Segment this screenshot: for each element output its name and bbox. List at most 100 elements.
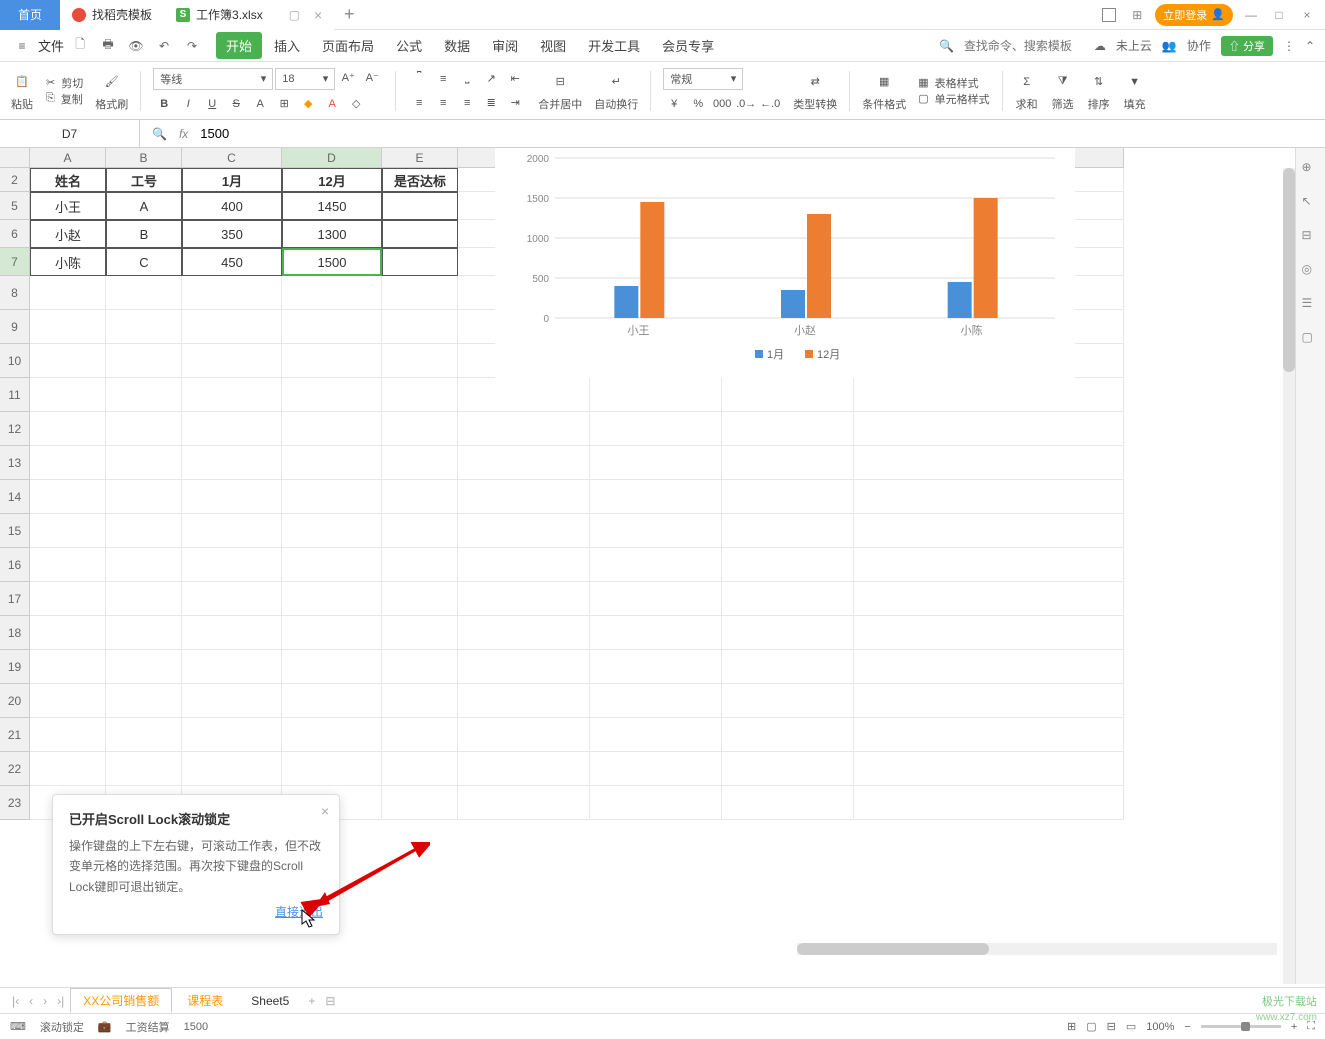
cell-B8[interactable]: [106, 276, 182, 310]
cell-D2[interactable]: 12月: [282, 168, 382, 192]
cell-B18[interactable]: [106, 616, 182, 650]
cell-F22[interactable]: [458, 752, 590, 786]
search-fx-icon[interactable]: 🔍: [152, 127, 167, 141]
cell-C19[interactable]: [182, 650, 282, 684]
cell-C7[interactable]: 450: [182, 248, 282, 276]
merge-button[interactable]: ⊟ 合并居中: [538, 70, 582, 112]
cell-A11[interactable]: [30, 378, 106, 412]
cell-H18[interactable]: [722, 616, 854, 650]
add-sheet-button[interactable]: +: [304, 994, 319, 1008]
cell-B2[interactable]: 工号: [106, 168, 182, 192]
sum-button[interactable]: Σ求和: [1015, 70, 1039, 112]
vertical-scrollbar[interactable]: [1283, 168, 1295, 984]
cell-D18[interactable]: [282, 616, 382, 650]
align-center-icon[interactable]: ≡: [432, 93, 454, 113]
justify-icon[interactable]: ≣: [480, 93, 502, 113]
cell-D8[interactable]: [282, 276, 382, 310]
tab-view[interactable]: 视图: [530, 32, 576, 59]
cell-E12[interactable]: [382, 412, 458, 446]
cell-C22[interactable]: [182, 752, 282, 786]
cell-E18[interactable]: [382, 616, 458, 650]
cell-I17[interactable]: [854, 582, 1124, 616]
dec-dec-icon[interactable]: ←.0: [759, 94, 781, 114]
cell-C17[interactable]: [182, 582, 282, 616]
cell-style-button[interactable]: ▢单元格样式: [918, 91, 989, 107]
cell-B17[interactable]: [106, 582, 182, 616]
cell-C21[interactable]: [182, 718, 282, 752]
align-left-icon[interactable]: ≡: [408, 93, 430, 113]
copy-label[interactable]: 复制: [61, 91, 83, 107]
cell-G21[interactable]: [590, 718, 722, 752]
cell-H20[interactable]: [722, 684, 854, 718]
apps-icon[interactable]: ⊞: [1127, 5, 1147, 25]
salary-label[interactable]: 工资结算: [126, 1019, 170, 1035]
cell-C20[interactable]: [182, 684, 282, 718]
formula-input[interactable]: [200, 126, 1313, 141]
cell-I14[interactable]: [854, 480, 1124, 514]
cell-B21[interactable]: [106, 718, 182, 752]
cell-B5[interactable]: A: [106, 192, 182, 220]
row-header-10[interactable]: 10: [0, 344, 30, 378]
close-icon[interactable]: ×: [321, 803, 329, 819]
cell-F18[interactable]: [458, 616, 590, 650]
cell-A15[interactable]: [30, 514, 106, 548]
cell-C12[interactable]: [182, 412, 282, 446]
cell-H12[interactable]: [722, 412, 854, 446]
italic-button[interactable]: I: [177, 94, 199, 114]
fx-icon[interactable]: fx: [179, 127, 188, 141]
cell-I11[interactable]: [854, 378, 1124, 412]
cell-C18[interactable]: [182, 616, 282, 650]
cell-G13[interactable]: [590, 446, 722, 480]
cell-B13[interactable]: [106, 446, 182, 480]
tooltip-exit-link[interactable]: 直接退出: [69, 903, 323, 920]
cell-E17[interactable]: [382, 582, 458, 616]
tab-review[interactable]: 审阅: [482, 32, 528, 59]
cell-E6[interactable]: [382, 220, 458, 248]
cell-E21[interactable]: [382, 718, 458, 752]
cell-F12[interactable]: [458, 412, 590, 446]
comma-icon[interactable]: 000: [711, 94, 733, 114]
copy-icon[interactable]: ⎘: [46, 92, 55, 105]
sheet-tab-1[interactable]: XX公司销售额: [70, 988, 172, 1013]
row-header-15[interactable]: 15: [0, 514, 30, 548]
cell-E7[interactable]: [382, 248, 458, 276]
cell-E13[interactable]: [382, 446, 458, 480]
cell-B15[interactable]: [106, 514, 182, 548]
cell-A10[interactable]: [30, 344, 106, 378]
cell-G22[interactable]: [590, 752, 722, 786]
redo-icon[interactable]: ↷: [180, 34, 204, 58]
cell-G20[interactable]: [590, 684, 722, 718]
cell-F13[interactable]: [458, 446, 590, 480]
align-top-icon[interactable]: ⎴: [408, 69, 430, 89]
cell-H22[interactable]: [722, 752, 854, 786]
view-read-icon[interactable]: ▭: [1126, 1020, 1136, 1033]
cell-C6[interactable]: 350: [182, 220, 282, 248]
panel-select-icon[interactable]: ↖: [1302, 194, 1320, 212]
cell-C11[interactable]: [182, 378, 282, 412]
zoom-out-button[interactable]: −: [1184, 1021, 1190, 1033]
cell-D16[interactable]: [282, 548, 382, 582]
cell-A14[interactable]: [30, 480, 106, 514]
cloud-icon[interactable]: ☁: [1094, 39, 1106, 53]
cell-A2[interactable]: 姓名: [30, 168, 106, 192]
cell-F20[interactable]: [458, 684, 590, 718]
tab-vip[interactable]: 会员专享: [652, 32, 724, 59]
row-header-2[interactable]: 2: [0, 168, 30, 192]
cell-G18[interactable]: [590, 616, 722, 650]
save-icon[interactable]: 🗋: [68, 34, 92, 58]
align-bottom-icon[interactable]: ⎵: [456, 69, 478, 89]
underline-button[interactable]: U: [201, 94, 223, 114]
row-header-12[interactable]: 12: [0, 412, 30, 446]
cell-F16[interactable]: [458, 548, 590, 582]
panel-icon-5[interactable]: ☰: [1302, 296, 1320, 314]
cell-A22[interactable]: [30, 752, 106, 786]
cell-I19[interactable]: [854, 650, 1124, 684]
view-page-icon[interactable]: ▢: [1086, 1020, 1096, 1033]
cell-H14[interactable]: [722, 480, 854, 514]
borders-button[interactable]: ⊞: [273, 94, 295, 114]
col-header-E[interactable]: E: [382, 148, 458, 168]
cell-A8[interactable]: [30, 276, 106, 310]
row-header-22[interactable]: 22: [0, 752, 30, 786]
cell-D21[interactable]: [282, 718, 382, 752]
cell-A17[interactable]: [30, 582, 106, 616]
